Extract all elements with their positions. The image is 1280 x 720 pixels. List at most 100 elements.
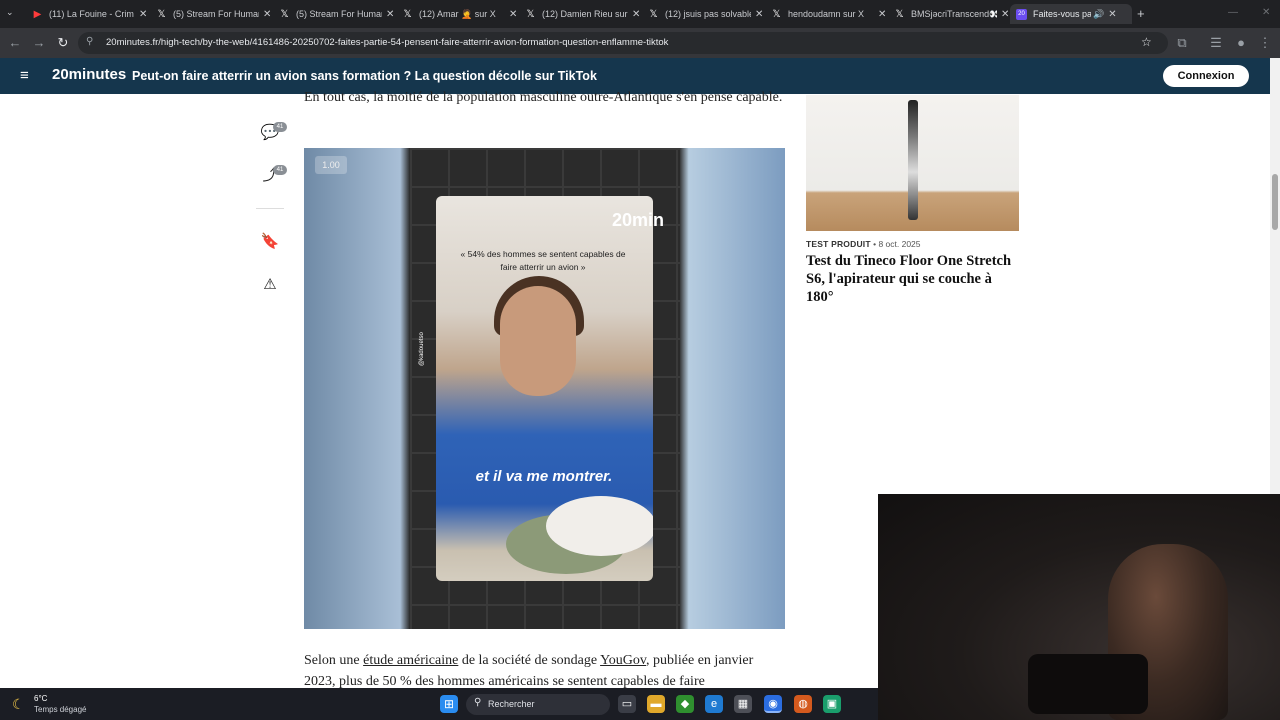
shares-count-badge: 41 xyxy=(273,165,287,175)
close-icon[interactable]: ✕ xyxy=(509,9,517,20)
tab-title: Faites-vous partie xyxy=(1033,9,1091,19)
tab-1[interactable]: ▶ (11) La Fouine - Crim ✕ xyxy=(26,4,150,24)
20minutes-icon: 20 xyxy=(1016,8,1027,20)
card-image[interactable] xyxy=(806,95,1019,231)
reload-icon[interactable]: ↻ xyxy=(54,34,72,52)
vacuum-picture xyxy=(908,100,918,220)
tab-6[interactable]: 𝕏 (12) jsuis pas solvable ✕ xyxy=(642,4,766,24)
url-text: 20minutes.fr/high-tech/by-the-web/416148… xyxy=(106,37,669,48)
article-paragraph: En tout cas, la moitié de la population … xyxy=(304,90,783,105)
nvidia-icon[interactable]: ◆ xyxy=(676,695,694,713)
close-icon[interactable]: ✕ xyxy=(755,9,763,20)
login-button[interactable]: Connexion xyxy=(1163,65,1249,87)
yougov-link[interactable]: YouGov xyxy=(600,653,646,668)
x-icon: 𝕏 xyxy=(403,8,412,20)
tab-8[interactable]: 𝕏 BMSjəcɾiTranscend👀 ✕ xyxy=(888,4,1012,24)
tab-2[interactable]: 𝕏 (5) Stream For Human ✕ xyxy=(150,4,274,24)
close-icon[interactable]: ✕ xyxy=(139,9,147,20)
forward-icon[interactable]: → xyxy=(30,34,48,52)
youtube-icon: ▶ xyxy=(33,8,42,20)
x-icon: 𝕏 xyxy=(157,8,166,20)
card-meta: TEST PRODUIT • 8 oct. 2025 xyxy=(806,239,921,249)
address-bar[interactable]: ⚲ 20minutes.fr/high-tech/by-the-web/4161… xyxy=(78,32,1168,54)
windows-start-icon[interactable]: ⊞ xyxy=(440,695,458,713)
card-category[interactable]: TEST PRODUIT xyxy=(806,239,871,249)
tab-7[interactable]: 𝕏 hendoudamn sur X ✕ xyxy=(765,4,889,24)
tab-9-active[interactable]: 20 Faites-vous partie 🔊 ✕ xyxy=(1010,4,1132,24)
tab-title: hendoudamn sur X xyxy=(788,9,865,19)
windows-taskbar: ☾ 6°C Temps dégagé ⊞ ⚲ Rechercher ▭ ▬ ◆ … xyxy=(0,688,878,720)
page-title: Peut-on faire atterrir un avion sans for… xyxy=(132,69,597,83)
menu-kebab-icon[interactable]: ⋮ xyxy=(1256,34,1274,52)
tab-4[interactable]: 𝕏 (12) Amar 🤦 sur X ✕ xyxy=(396,4,520,24)
new-tab-icon[interactable]: + xyxy=(1137,6,1145,21)
weather-description[interactable]: Temps dégagé xyxy=(34,705,86,714)
video-speed-button[interactable]: 1.00 xyxy=(315,156,347,174)
paragraph-text: de la société de sondage xyxy=(458,653,601,668)
minimize-icon[interactable]: — xyxy=(1228,7,1238,18)
hamburger-menu-icon[interactable]: ≡ xyxy=(20,67,29,84)
close-icon[interactable]: ✕ xyxy=(878,9,886,20)
x-icon: 𝕏 xyxy=(895,8,904,20)
site-logo[interactable]: 20minutes xyxy=(52,66,126,83)
browser-toolbar: ← → ↻ ⚲ 20minutes.fr/high-tech/by-the-we… xyxy=(0,28,1280,58)
x-icon: 𝕏 xyxy=(280,8,289,20)
tab-title: (5) Stream For Human xyxy=(173,9,259,19)
window-close-icon[interactable]: ✕ xyxy=(1262,7,1270,18)
search-icon: ⚲ xyxy=(474,697,482,708)
reading-list-icon[interactable]: ☰ xyxy=(1207,34,1225,52)
tab-title: (12) Amar 🤦 sur X xyxy=(419,8,496,19)
tab-title: (11) La Fouine - Crim xyxy=(49,9,134,19)
card-date: 8 oct. 2025 xyxy=(878,239,921,249)
video-handle: @kadouetso xyxy=(419,332,425,366)
scrollbar-thumb[interactable] xyxy=(1272,174,1278,230)
tab-5[interactable]: 𝕏 (12) Damien Rieu sur ✕ xyxy=(519,4,643,24)
video-logo: 20min xyxy=(612,210,665,230)
search-placeholder: Rechercher xyxy=(488,699,535,709)
tab-search-icon[interactable]: ⌄ xyxy=(6,7,20,21)
firefox-icon[interactable]: ◍ xyxy=(794,695,812,713)
profile-icon[interactable]: ● xyxy=(1232,34,1250,52)
paragraph-text: Selon une xyxy=(304,653,364,668)
edge-icon[interactable]: e xyxy=(705,695,723,713)
study-link[interactable]: étude américaine xyxy=(363,653,458,668)
chrome-icon[interactable]: ◉ xyxy=(764,695,782,713)
store-icon[interactable]: ▦ xyxy=(734,695,752,713)
video-person-face xyxy=(500,286,576,396)
webcam-overlay xyxy=(878,494,1280,720)
task-view-icon[interactable]: ▭ xyxy=(618,695,636,713)
video-bowl xyxy=(546,496,653,556)
video-quote: « 54% des hommes se sentent capables de … xyxy=(460,249,626,272)
x-icon: 𝕏 xyxy=(772,8,781,20)
taskbar-search[interactable]: ⚲ Rechercher xyxy=(466,694,610,715)
x-icon: 𝕏 xyxy=(649,8,658,20)
speaker-icon[interactable]: 🔊 xyxy=(1093,9,1104,20)
close-icon[interactable]: ✕ xyxy=(1001,9,1009,20)
back-icon[interactable]: ← xyxy=(6,34,24,52)
weather-temperature[interactable]: 6°C xyxy=(34,694,47,703)
tab-title: (12) jsuis pas solvable xyxy=(665,9,751,19)
close-icon[interactable]: ✕ xyxy=(1108,9,1116,20)
comments-count-badge: 41 xyxy=(273,122,287,132)
site-info-icon[interactable]: ⚲ xyxy=(86,36,93,47)
rail-divider xyxy=(256,208,284,209)
extensions-icon[interactable]: ⧉ xyxy=(1173,34,1191,52)
close-icon[interactable]: ✕ xyxy=(263,9,271,20)
close-icon[interactable]: ✕ xyxy=(386,9,394,20)
webcam-microphone xyxy=(1028,654,1148,714)
article-paragraph: Selon une étude américaine de la société… xyxy=(304,650,784,692)
card-title-link[interactable]: Test du Tineco Floor One Stretch S6, l'a… xyxy=(806,252,1016,306)
file-explorer-icon[interactable]: ▬ xyxy=(647,695,665,713)
moon-weather-icon[interactable]: ☾ xyxy=(12,696,25,713)
x-icon: 𝕏 xyxy=(526,8,535,20)
bookmark-star-icon[interactable]: ☆ xyxy=(1141,35,1152,49)
close-icon[interactable]: ✕ xyxy=(632,9,640,20)
bookmark-icon[interactable]: 🔖 xyxy=(260,232,280,252)
app-icon[interactable]: ▣ xyxy=(823,695,841,713)
report-icon[interactable]: ⚠ xyxy=(260,275,280,295)
tab-3[interactable]: 𝕏 (5) Stream For Human ✕ xyxy=(273,4,397,24)
tab-title: (5) Stream For Human xyxy=(296,9,382,19)
video-player[interactable]: 20min « 54% des hommes se sentent capabl… xyxy=(304,148,785,629)
video-caption: et il va me montrer. xyxy=(475,468,613,485)
tab-title: (12) Damien Rieu sur xyxy=(542,9,628,19)
